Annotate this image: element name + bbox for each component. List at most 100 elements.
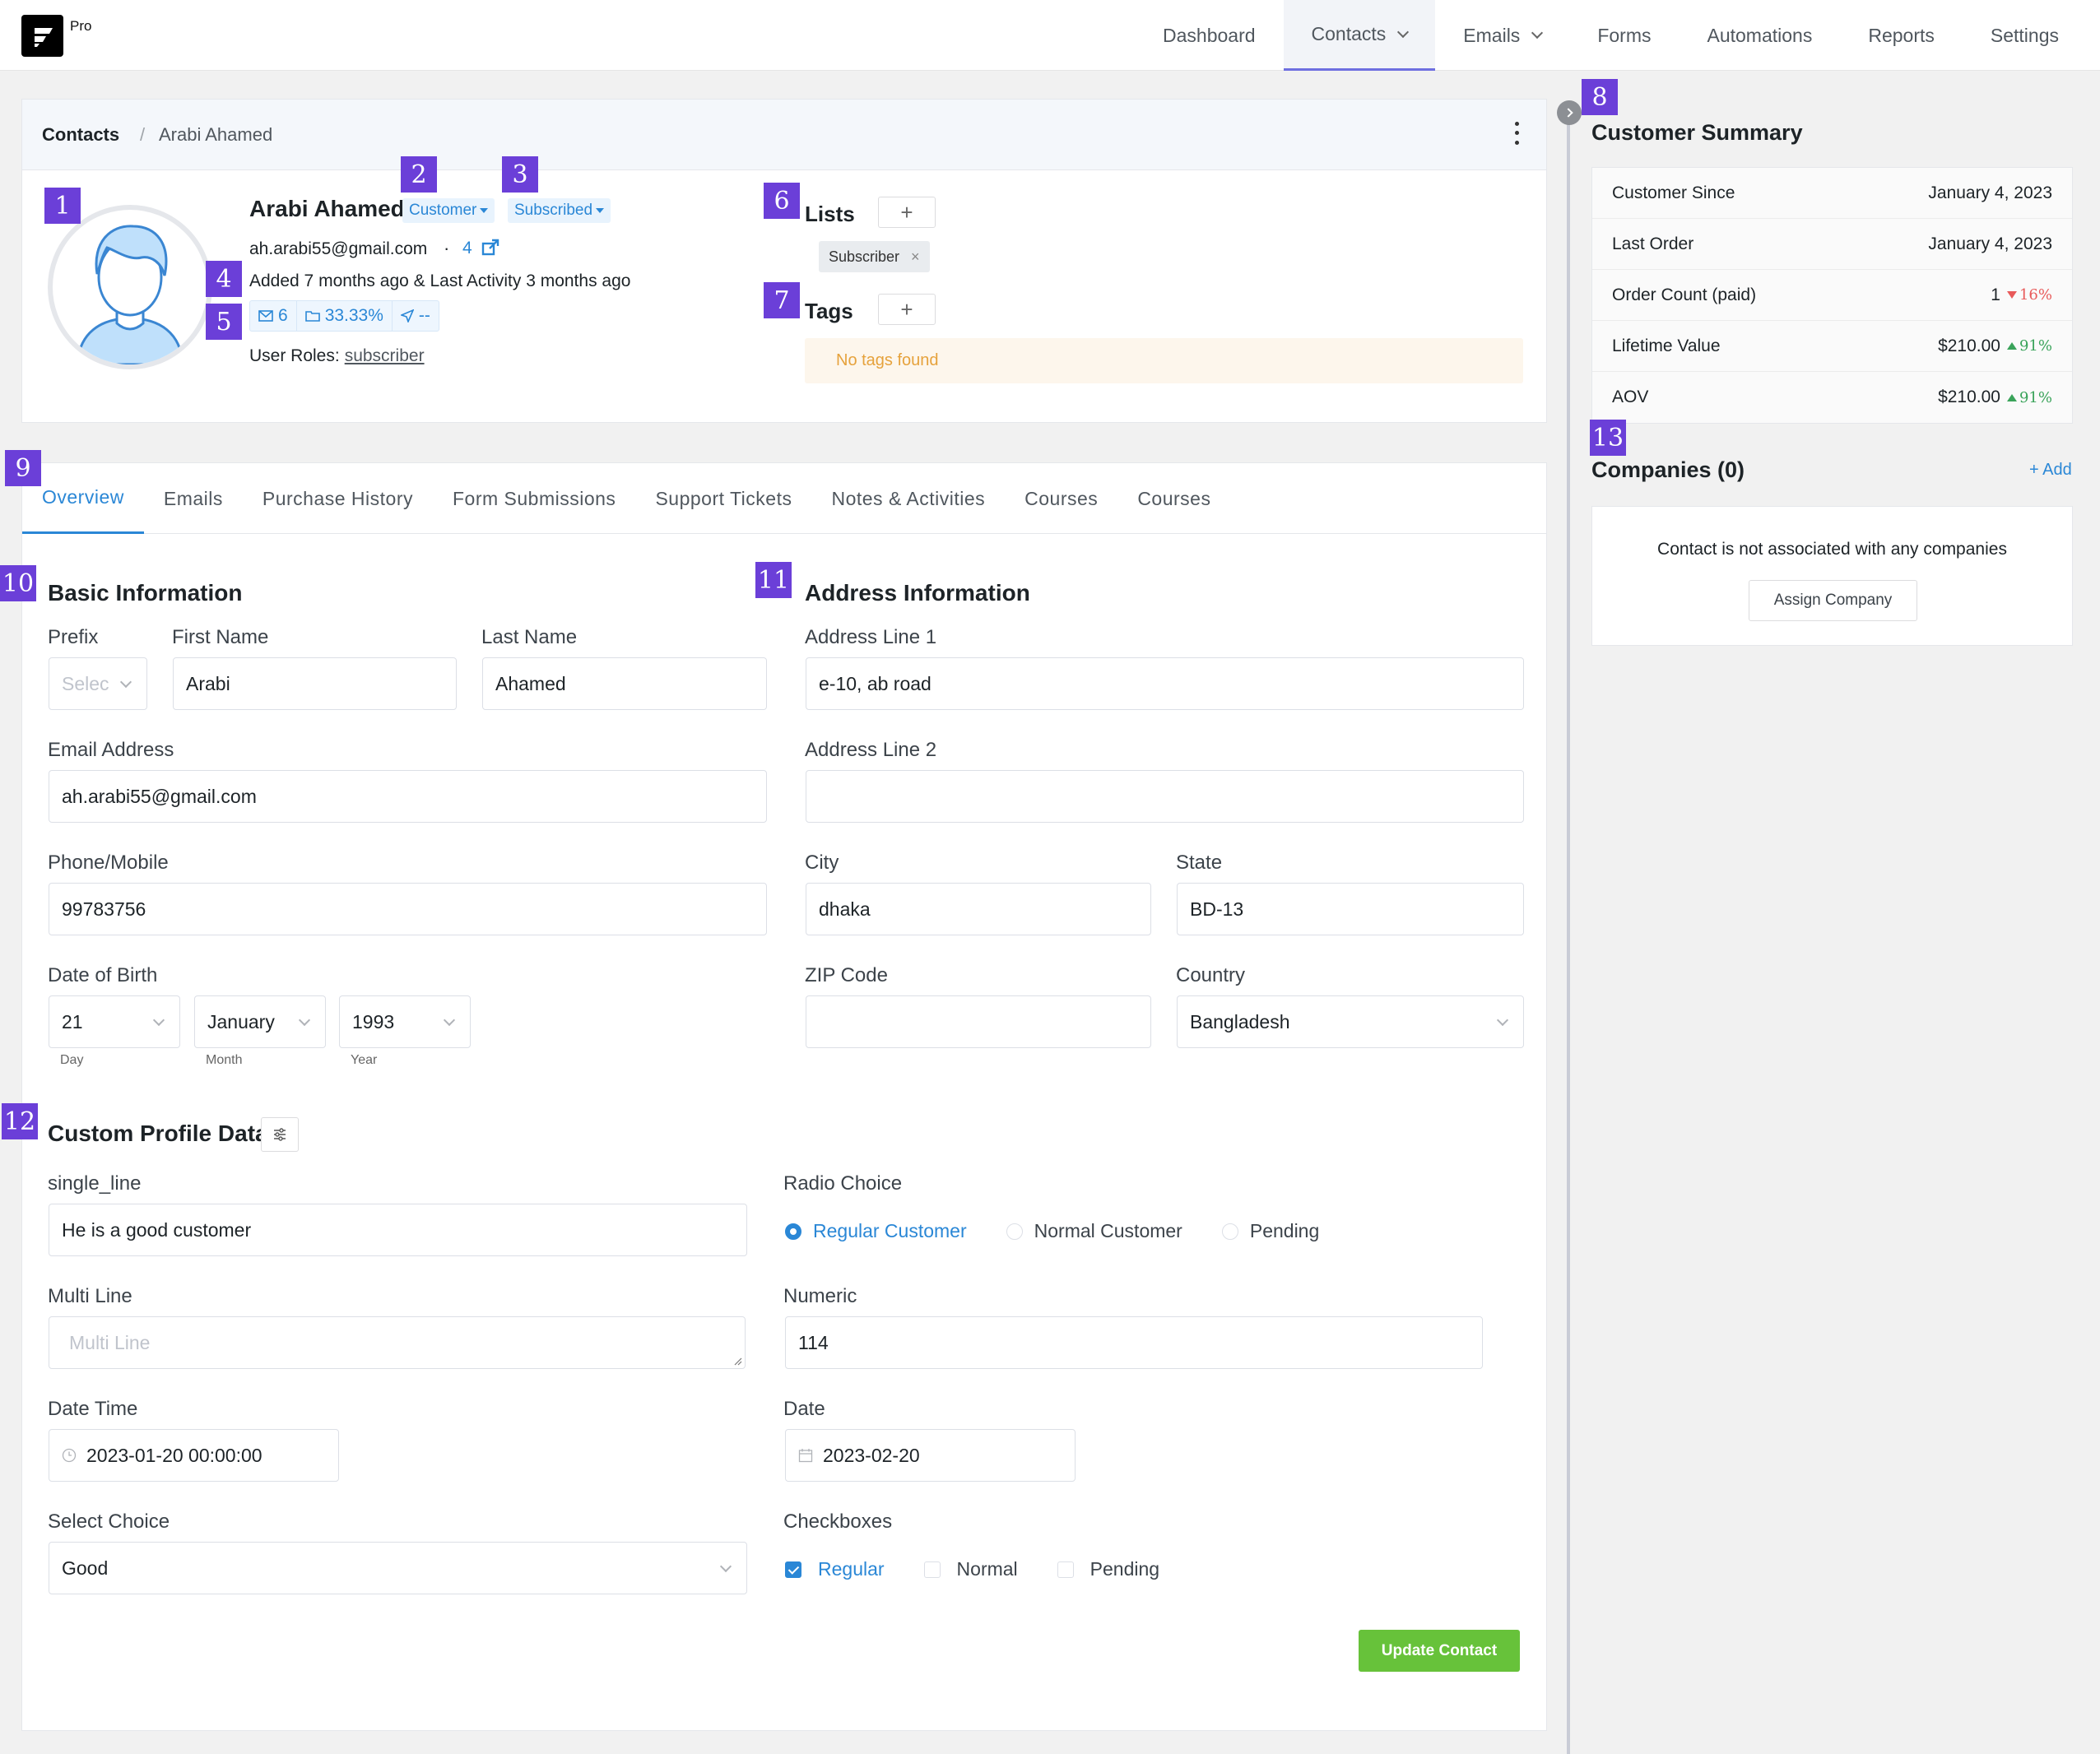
nav-label: Emails	[1463, 24, 1521, 46]
dot-separator: ·	[444, 238, 450, 258]
tags-title: Tags	[805, 299, 853, 323]
contact-tabs: Overview Emails Purchase History Form Su…	[22, 463, 1546, 534]
send-icon	[400, 309, 414, 322]
resize-handle-icon[interactable]	[732, 1356, 742, 1366]
chevron-down-icon	[1531, 26, 1544, 39]
callout-badge: 8	[1582, 79, 1618, 115]
dob-year-select[interactable]: 1993	[339, 995, 471, 1048]
radio-choice-group: Regular Customer Normal Customer Pending	[785, 1220, 1359, 1242]
date-of-birth-label: Date of Birth	[48, 964, 158, 986]
date-time-picker[interactable]: 2023-01-20 00:00:00	[49, 1429, 339, 1482]
emails-sent-stat[interactable]: 6	[250, 301, 297, 331]
address-line1-input[interactable]: e-10, ab road	[806, 657, 1524, 710]
checkbox[interactable]	[923, 1561, 941, 1578]
numeric-label: Numeric	[783, 1285, 857, 1307]
add-tag-button[interactable]: +	[878, 294, 936, 325]
remove-list-icon[interactable]: ×	[911, 248, 920, 265]
external-link-icon[interactable]	[481, 238, 500, 258]
trend-up-indicator: 91%	[2006, 337, 2052, 355]
callout-badge: 10	[0, 565, 36, 601]
city-input[interactable]: dhaka	[806, 883, 1151, 935]
summary-row: Order Count (paid) 1 16%	[1592, 270, 2072, 321]
radio-option-pending[interactable]: Pending	[1221, 1220, 1319, 1242]
checkbox-option-pending[interactable]: Pending	[1057, 1558, 1159, 1580]
numeric-input[interactable]: 114	[785, 1316, 1483, 1369]
date-value: 2023-02-20	[823, 1444, 920, 1466]
tab-notes-activities[interactable]: Notes & Activities	[811, 463, 1005, 534]
contact-status-dropdown[interactable]: Subscribed	[508, 198, 611, 223]
zip-code-input[interactable]	[806, 995, 1151, 1048]
email-address-input[interactable]: ah.arabi55@gmail.com	[49, 770, 767, 823]
nav-settings[interactable]: Settings	[1963, 0, 2087, 71]
checkbox-option-regular[interactable]: Regular	[785, 1558, 885, 1580]
tab-support-tickets[interactable]: Support Tickets	[635, 463, 811, 534]
dob-day-select[interactable]: 21	[49, 995, 180, 1048]
address-line1-label: Address Line 1	[805, 626, 937, 648]
avatar[interactable]	[48, 205, 212, 369]
address-line2-input[interactable]	[806, 770, 1524, 823]
nav-reports[interactable]: Reports	[1840, 0, 1963, 71]
breadcrumb: Contacts / Arabi Ahamed	[22, 100, 1546, 170]
contact-type-dropdown[interactable]: Customer	[402, 198, 495, 223]
nav-forms[interactable]: Forms	[1569, 0, 1679, 71]
chevron-down-icon	[1496, 1014, 1509, 1027]
chevron-down-icon	[119, 675, 132, 689]
summary-row-value: 1 16%	[1991, 285, 2052, 305]
country-select[interactable]: Bangladesh	[1177, 995, 1524, 1048]
tab-label: Form Submissions	[453, 487, 616, 509]
contact-details-card: Overview Emails Purchase History Form Su…	[21, 462, 1547, 1731]
user-role-link[interactable]: subscriber	[345, 346, 425, 365]
first-name-input[interactable]: Arabi	[173, 657, 457, 710]
dob-month-select[interactable]: January	[194, 995, 326, 1048]
app-logo[interactable]	[21, 15, 63, 57]
state-input[interactable]: BD-13	[1177, 883, 1524, 935]
collapse-sidebar-icon[interactable]	[1557, 100, 1582, 125]
breadcrumb-root[interactable]: Contacts	[42, 124, 119, 146]
date-picker[interactable]: 2023-02-20	[785, 1429, 1076, 1482]
last-name-label: Last Name	[481, 626, 578, 648]
multi-line-textarea[interactable]: Multi Line	[49, 1316, 746, 1369]
custom-fields-settings-button[interactable]	[261, 1117, 299, 1152]
last-name-input[interactable]: Ahamed	[482, 657, 767, 710]
tab-label: Overview	[42, 486, 124, 508]
chevron-down-icon	[719, 1560, 732, 1573]
tab-purchase-history[interactable]: Purchase History	[243, 463, 433, 534]
click-rate-stat[interactable]: --	[393, 301, 439, 331]
phone-input[interactable]: 99783756	[49, 883, 767, 935]
emails-sent-value: 6	[278, 306, 288, 325]
nav-emails[interactable]: Emails	[1435, 0, 1569, 71]
nav-label: Contacts	[1311, 23, 1387, 44]
callout-badge: 7	[764, 282, 800, 318]
checkbox-checked[interactable]	[785, 1561, 801, 1578]
checkbox-option-normal[interactable]: Normal	[923, 1558, 1018, 1580]
sidebar-divider[interactable]	[1567, 110, 1570, 1754]
radio-button-checked[interactable]	[785, 1223, 801, 1240]
companies-title: Companies (0)	[1591, 457, 1745, 482]
radio-button[interactable]	[1006, 1223, 1023, 1240]
nav-contacts[interactable]: Contacts	[1283, 0, 1436, 71]
checkbox[interactable]	[1057, 1561, 1074, 1578]
tab-courses-2[interactable]: Courses	[1117, 463, 1230, 534]
email-address-label: Email Address	[48, 739, 174, 761]
more-actions-icon[interactable]	[1512, 119, 1522, 147]
contact-activity: Added 7 months ago & Last Activity 3 mon…	[249, 271, 631, 290]
contact-wp-user-id[interactable]: 4	[462, 239, 472, 258]
select-choice-select[interactable]: Good	[49, 1542, 747, 1594]
assign-company-button[interactable]: Assign Company	[1749, 580, 1917, 621]
nav-automations[interactable]: Automations	[1679, 0, 1840, 71]
nav-dashboard[interactable]: Dashboard	[1135, 0, 1284, 71]
add-company-link[interactable]: + Add	[2029, 461, 2072, 480]
tab-form-submissions[interactable]: Form Submissions	[433, 463, 635, 534]
radio-option-regular-customer[interactable]: Regular Customer	[785, 1220, 967, 1242]
main-nav: Dashboard Contacts Emails Forms Automati…	[1135, 0, 2087, 71]
radio-option-normal-customer[interactable]: Normal Customer	[1006, 1220, 1182, 1242]
prefix-select[interactable]: Selec	[49, 657, 147, 710]
radio-button[interactable]	[1221, 1223, 1238, 1240]
update-contact-button[interactable]: Update Contact	[1359, 1630, 1520, 1672]
caret-down-icon	[480, 207, 489, 213]
single-line-input[interactable]: He is a good customer	[49, 1204, 747, 1256]
add-list-button[interactable]: +	[878, 197, 936, 228]
tab-emails[interactable]: Emails	[144, 463, 243, 534]
open-rate-stat[interactable]: 33.33%	[297, 301, 393, 331]
tab-courses[interactable]: Courses	[1005, 463, 1117, 534]
